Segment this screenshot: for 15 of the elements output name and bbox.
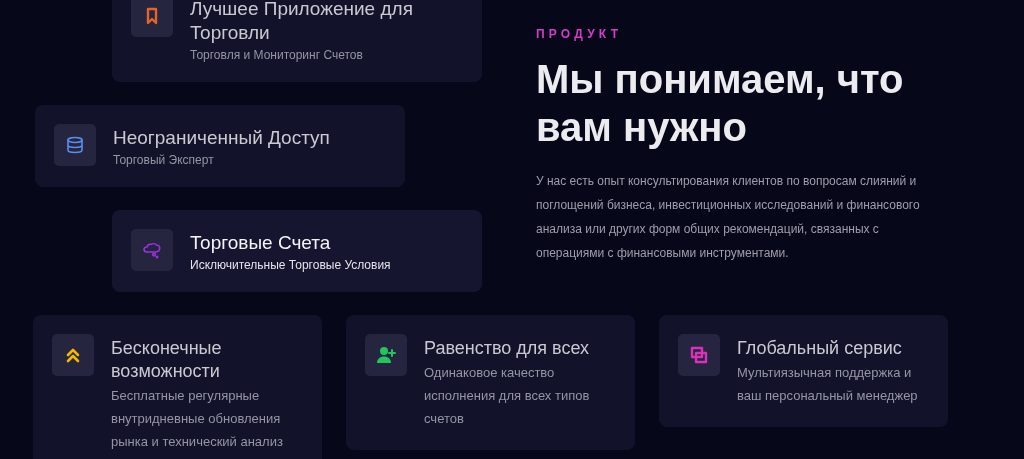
benefit-title: Равенство для всех [424, 337, 591, 360]
section-heading: Мы понимаем, что вам нужно [536, 56, 905, 151]
section-eyebrow: ПРОДУКТ [536, 26, 624, 43]
section-description: У нас есть опыт консультирования клиентов по вопросам слияний и поглощений бизнеса, инвестиционных исследований и финансового анализа или других форм общих рекомендаций, связанных с операциями с финансовыми инструментами. [536, 173, 921, 262]
benefit-title: Глобальный сервис [737, 337, 903, 360]
benefit-description: Одинаковое качество исполнения для всех типов счетов [424, 364, 591, 428]
feature-title: Торговые Счета [190, 231, 332, 255]
benefit-description: Бесплатные регулярные внутридневные обновления рынка и технический анализ [111, 387, 284, 451]
benefit-description: Мультиязычная поддержка и ваш персональный менеджер [737, 364, 919, 405]
feature-title: Неограниченный Доступ [113, 126, 330, 150]
benefit-title: Бесконечные возможности [111, 337, 223, 383]
feature-subtitle: Торговля и Мониторинг Счетов [190, 47, 364, 63]
feature-subtitle: Торговый Эксперт [113, 152, 215, 168]
feature-title: Лучшее Приложение для Торговли [190, 0, 414, 45]
feature-subtitle: Исключительные Торговые Условия [190, 257, 391, 273]
